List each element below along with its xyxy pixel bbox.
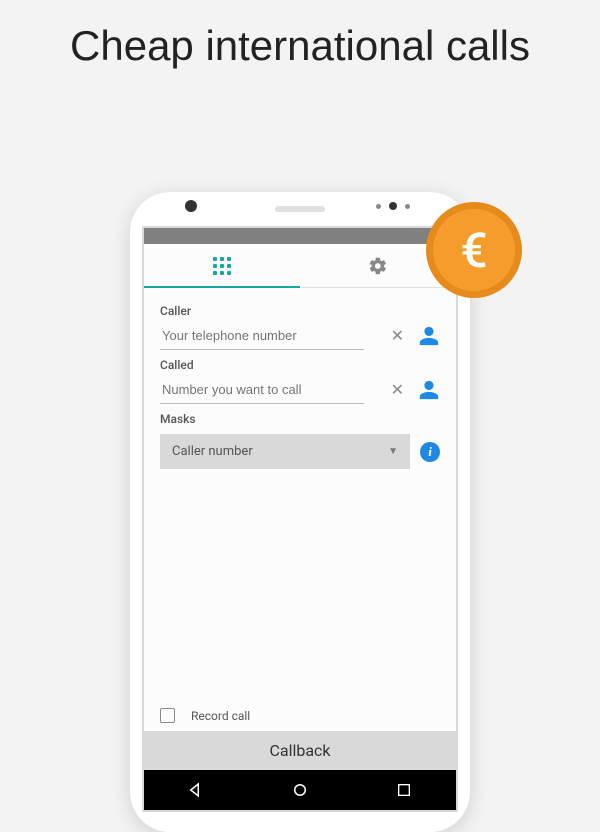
gear-icon — [368, 256, 388, 276]
headline: Cheap international calls — [0, 22, 600, 70]
chevron-down-icon: ▼ — [388, 446, 398, 457]
nav-home-button[interactable] — [248, 770, 352, 810]
called-input[interactable] — [160, 376, 364, 404]
euro-coin-badge: € — [426, 202, 522, 298]
tab-dialer[interactable] — [144, 244, 300, 287]
masks-select[interactable]: Caller number ▼ — [160, 434, 410, 469]
caller-input[interactable] — [160, 322, 364, 350]
phone-frame: Caller ✕ Called ✕ — [130, 192, 470, 832]
euro-icon: € — [433, 209, 515, 291]
called-label: Called — [160, 358, 440, 372]
contact-picker-caller[interactable] — [418, 325, 440, 347]
nav-recent-button[interactable] — [352, 770, 456, 810]
tab-bar — [144, 244, 456, 288]
status-bar — [144, 228, 456, 244]
phone-sensors — [376, 202, 410, 210]
masks-label: Masks — [160, 412, 440, 426]
contact-picker-called[interactable] — [418, 379, 440, 401]
android-nav-bar — [144, 770, 456, 810]
nav-back-button[interactable] — [144, 770, 248, 810]
clear-caller-icon[interactable]: ✕ — [391, 326, 404, 345]
clear-called-icon[interactable]: ✕ — [391, 380, 404, 399]
form-content: Caller ✕ Called ✕ — [144, 288, 456, 810]
callback-button[interactable]: Callback — [144, 731, 456, 770]
record-label: Record call — [191, 709, 250, 723]
record-checkbox[interactable] — [160, 708, 175, 723]
info-icon[interactable]: i — [420, 442, 440, 462]
masks-select-value: Caller number — [172, 444, 253, 459]
phone-screen: Caller ✕ Called ✕ — [142, 226, 458, 812]
caller-label: Caller — [160, 304, 440, 318]
phone-camera — [185, 200, 197, 212]
phone-speaker — [275, 206, 325, 212]
dialpad-icon — [213, 257, 231, 275]
